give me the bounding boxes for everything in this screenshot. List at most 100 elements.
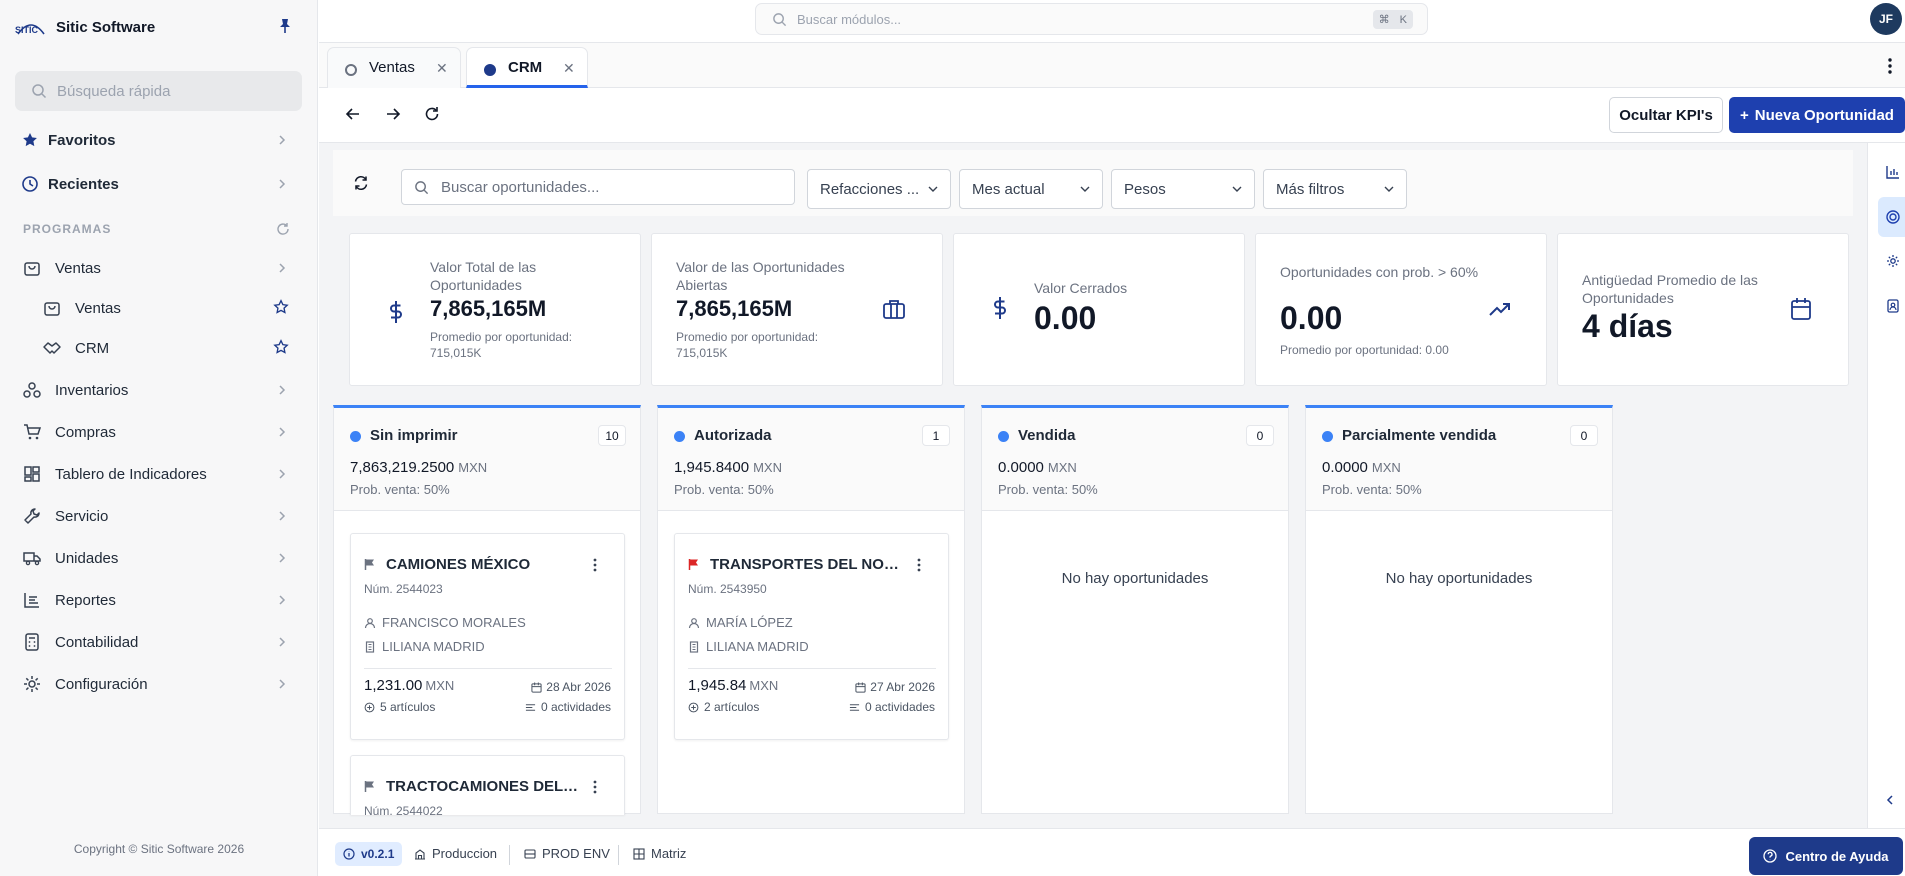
kpi-title: Oportunidades con prob. > 60% <box>1280 264 1479 280</box>
close-icon[interactable]: ✕ <box>563 60 575 77</box>
column-probability: Prob. venta: 50% <box>350 482 450 497</box>
kpi-title: Valor de las Oportunidades Abiertas <box>676 259 845 293</box>
sidebar-item-reportes[interactable]: Reportes <box>0 582 318 618</box>
environment-indicator: Produccion <box>414 846 497 861</box>
opportunity-activities: 0 actividades <box>849 700 935 714</box>
footer-divider <box>618 845 619 865</box>
shopping-bag-icon <box>44 302 60 316</box>
sidebar-item-configuracion[interactable]: Configuración <box>0 666 318 702</box>
sidebar-subitem-ventas[interactable]: Ventas <box>0 290 318 326</box>
contact-card-icon[interactable] <box>1886 299 1900 313</box>
briefcase-icon <box>883 300 905 319</box>
sidebar-item-favorites[interactable]: Favoritos <box>0 122 318 158</box>
period-select[interactable]: Mes actual <box>959 169 1103 209</box>
quick-search-input[interactable]: Búsqueda rápida <box>15 71 302 111</box>
currency-select[interactable]: Pesos <box>1111 169 1255 209</box>
tab-label: Ventas <box>369 59 415 76</box>
chevron-left-icon[interactable] <box>1886 794 1894 806</box>
tab-status-dot <box>484 64 496 76</box>
sidebar-item-label: Inventarios <box>55 381 129 399</box>
refresh-icon[interactable] <box>353 175 369 191</box>
server-icon <box>524 848 536 859</box>
report-icon <box>24 593 39 608</box>
opportunity-name: TRACTOCAMIONES DEL S... <box>386 778 581 795</box>
chevron-right-icon <box>279 469 286 479</box>
column-total-currency: MXN <box>1371 460 1401 475</box>
sidebar-item-label: Configuración <box>55 675 148 693</box>
opportunity-company: LILIANA MADRID <box>688 639 809 654</box>
opportunity-amount: 1,945.84 MXN <box>688 677 778 694</box>
opportunity-amount-value: 1,231.00 <box>364 677 423 694</box>
card-divider <box>688 668 936 669</box>
sidebar-subitem-crm[interactable]: CRM <box>0 330 318 366</box>
more-vertical-icon[interactable] <box>917 558 921 572</box>
version-badge[interactable]: v0.2.1 <box>335 842 403 866</box>
brand[interactable]: SITIC Sitic Software <box>14 14 155 40</box>
column-total-amount: 7,863,219.2500 <box>350 459 455 476</box>
quick-search-placeholder: Búsqueda rápida <box>57 82 171 100</box>
forward-arrow-icon[interactable] <box>385 106 401 122</box>
module-search-input[interactable]: Buscar módulos... ⌘ K <box>755 3 1428 35</box>
sidebar-item-recents[interactable]: Recientes <box>0 166 318 202</box>
tab-ventas[interactable]: Ventas ✕ <box>327 47 461 88</box>
close-icon[interactable]: ✕ <box>436 60 448 77</box>
gear-icon[interactable] <box>1886 254 1900 268</box>
info-icon <box>343 848 355 860</box>
pipeline-column-autorizada: Autorizada 1 1,945.8400 MXN Prob. venta: … <box>657 405 965 814</box>
company-name: LILIANA MADRID <box>706 639 809 654</box>
chevron-down-icon <box>1232 186 1242 192</box>
chevron-down-icon <box>1384 186 1394 192</box>
chevron-right-icon <box>279 263 286 273</box>
kpi-value: 7,865,165M <box>430 296 547 321</box>
pin-icon[interactable] <box>278 18 292 34</box>
sidebar-item-servicio[interactable]: Servicio <box>0 498 318 534</box>
new-opportunity-button[interactable]: + Nueva Oportunidad <box>1729 97 1905 133</box>
calculator-icon <box>25 633 39 651</box>
opportunity-articles: 2 artículos <box>688 700 759 714</box>
back-arrow-icon[interactable] <box>345 106 361 122</box>
sidebar-item-contabilidad[interactable]: Contabilidad <box>0 624 318 660</box>
kpi-value: 4 días <box>1582 308 1673 344</box>
sidebar-item-inventarios[interactable]: Inventarios <box>0 372 318 408</box>
column-total-amount: 1,945.8400 <box>674 459 750 476</box>
sidebar-item-tablero[interactable]: Tablero de Indicadores <box>0 456 318 492</box>
top-bar: Buscar módulos... ⌘ K JF <box>319 0 1905 43</box>
star-outline-icon[interactable] <box>272 338 290 356</box>
more-filters-select[interactable]: Más filtros <box>1263 169 1407 209</box>
trending-up-icon <box>1489 303 1510 316</box>
sidebar-item-compras[interactable]: Compras <box>0 414 318 450</box>
shortcut-mod: ⌘ <box>1378 14 1390 26</box>
opportunity-search-input[interactable]: Buscar oportunidades... <box>401 169 795 205</box>
sidebar-item-label: Favoritos <box>48 131 116 149</box>
more-vertical-icon[interactable] <box>593 780 597 794</box>
opportunity-card[interactable]: CAMIONES MÉXICO Núm. 2544023 FRANCISCO M… <box>350 533 625 740</box>
column-probability: Prob. venta: 50% <box>1322 482 1422 497</box>
column-probability: Prob. venta: 50% <box>998 482 1098 497</box>
refresh-icon[interactable] <box>276 222 290 236</box>
star-outline-icon[interactable] <box>272 298 290 316</box>
sidebar-item-label: Recientes <box>48 175 119 193</box>
sidebar-item-ventas[interactable]: Ventas <box>0 250 318 286</box>
column-total: 7,863,219.2500 MXN <box>350 459 487 476</box>
sidebar-item-unidades[interactable]: Unidades <box>0 540 318 576</box>
cart-icon <box>24 424 42 440</box>
kpi-high-probability: Oportunidades con prob. > 60% 0.00 Prome… <box>1255 233 1547 386</box>
column-total-currency: MXN <box>753 460 782 475</box>
opportunity-card[interactable]: TRACTOCAMIONES DEL S... Núm. 2544022 <box>350 755 625 818</box>
chevron-down-icon <box>1080 186 1090 192</box>
reload-icon[interactable] <box>424 106 440 122</box>
kpi-total-value: Valor Total de las Oportunidades 7,865,1… <box>349 233 641 386</box>
branch-select[interactable]: Refacciones ... <box>807 169 951 209</box>
opportunity-search-placeholder: Buscar oportunidades... <box>441 178 600 196</box>
kpi-average-age: Antigüedad Promedio de las Oportunidades… <box>1557 233 1849 386</box>
tab-crm[interactable]: CRM ✕ <box>466 47 588 88</box>
target-icon[interactable] <box>1886 210 1900 224</box>
hide-kpis-button[interactable]: Ocultar KPI's <box>1609 97 1723 133</box>
user-avatar[interactable]: JF <box>1870 3 1902 35</box>
opportunity-company: LILIANA MADRID <box>364 639 485 654</box>
opportunity-card[interactable]: TRANSPORTES DEL NORTE Núm. 2543950 MARÍA… <box>674 533 949 740</box>
more-vertical-icon[interactable] <box>1887 57 1893 75</box>
bar-chart-icon[interactable] <box>1886 165 1900 179</box>
help-center-button[interactable]: Centro de Ayuda <box>1749 837 1903 875</box>
more-vertical-icon[interactable] <box>593 558 597 572</box>
